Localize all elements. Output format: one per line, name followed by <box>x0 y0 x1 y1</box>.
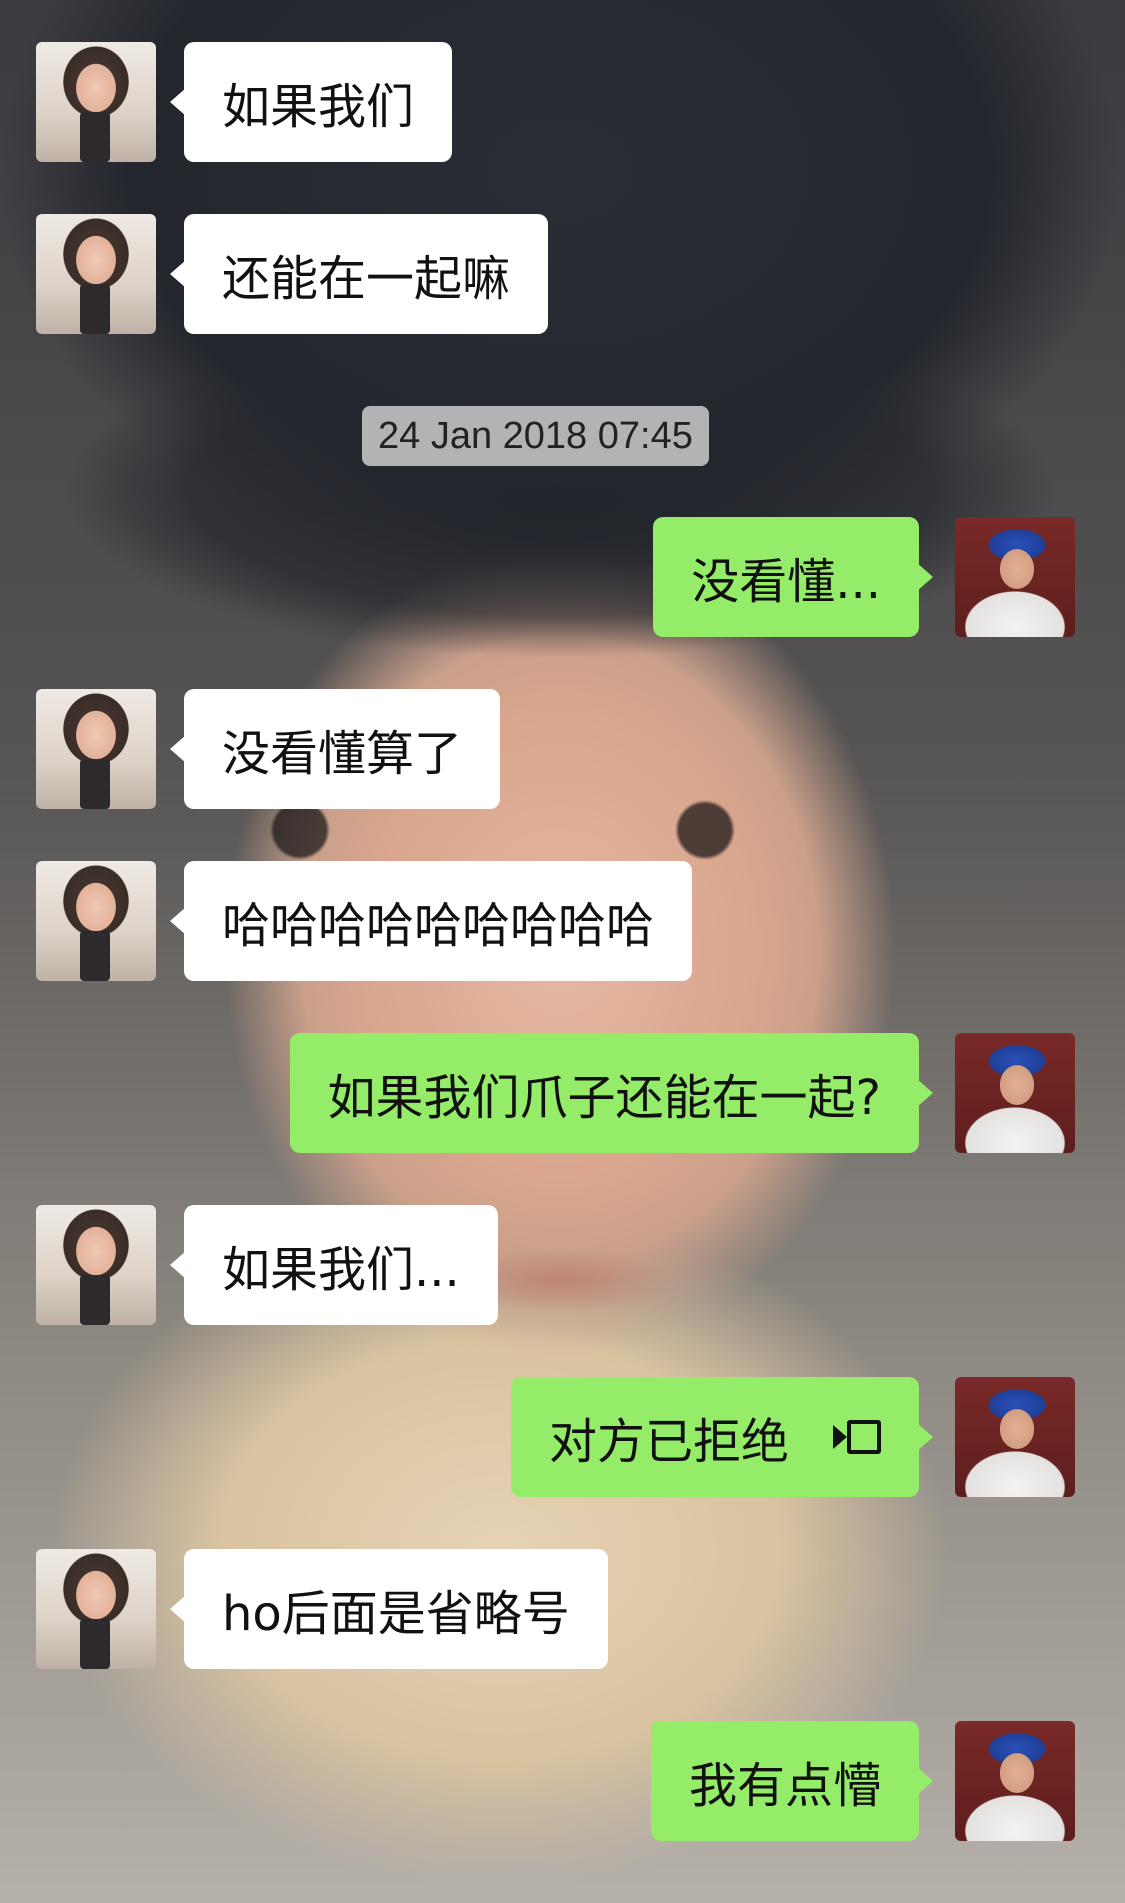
message-text: 如果我们... <box>222 1242 460 1298</box>
message-row: 我有点懵 <box>0 1721 1125 1841</box>
self-avatar[interactable] <box>955 1033 1075 1153</box>
contact-avatar[interactable] <box>36 42 156 162</box>
message-text: 如果我们 <box>222 79 415 135</box>
contact-avatar[interactable] <box>36 689 156 809</box>
message-row: 没看懂算了 <box>0 689 1125 809</box>
outgoing-message-bubble[interactable]: 如果我们爪子还能在一起? <box>289 1033 934 1153</box>
contact-avatar[interactable] <box>36 1549 156 1669</box>
incoming-message-bubble[interactable]: 还能在一起嘛 <box>169 214 549 334</box>
outgoing-message-bubble[interactable]: 没看懂... <box>653 517 933 637</box>
message-text: 如果我们爪子还能在一起? <box>327 1070 881 1126</box>
outgoing-message-bubble[interactable]: 我有点懵 <box>650 1721 934 1841</box>
message-text: 对方已拒绝 <box>548 1414 789 1470</box>
incoming-message-bubble[interactable]: ho后面是省略号 <box>170 1549 608 1669</box>
message-row: 如果我们... <box>0 1205 1125 1325</box>
video-call-icon <box>833 1420 881 1454</box>
incoming-message-bubble[interactable]: 哈哈哈哈哈哈哈哈哈 <box>169 861 693 981</box>
incoming-message-bubble[interactable]: 没看懂算了 <box>169 689 501 809</box>
self-avatar[interactable] <box>955 517 1075 637</box>
message-text: 没看懂算了 <box>222 726 463 782</box>
contact-avatar[interactable] <box>36 861 156 981</box>
message-row: 没看懂... <box>0 517 1125 637</box>
contact-avatar[interactable] <box>36 1205 156 1325</box>
message-row: 如果我们 <box>0 42 1125 162</box>
chat-timestamp: 24 Jan 2018 07:45 <box>362 406 709 466</box>
message-row: ho后面是省略号 <box>0 1549 1125 1669</box>
message-row: 哈哈哈哈哈哈哈哈哈 <box>0 861 1125 981</box>
message-text: 还能在一起嘛 <box>222 251 511 307</box>
incoming-message-bubble[interactable]: 如果我们... <box>170 1205 498 1325</box>
message-text: 没看懂... <box>691 554 881 610</box>
message-text: 哈哈哈哈哈哈哈哈哈 <box>222 898 655 954</box>
message-text: ho后面是省略号 <box>222 1586 570 1642</box>
message-text: 我有点懵 <box>688 1758 881 1814</box>
outgoing-call-bubble[interactable]: 对方已拒绝 <box>510 1377 934 1497</box>
message-row: 如果我们爪子还能在一起? <box>0 1033 1125 1153</box>
message-row: 对方已拒绝 <box>0 1377 1125 1497</box>
contact-avatar[interactable] <box>36 214 156 334</box>
self-avatar[interactable] <box>955 1377 1075 1497</box>
self-avatar[interactable] <box>955 1721 1075 1841</box>
incoming-message-bubble[interactable]: 如果我们 <box>169 42 453 162</box>
message-row: 还能在一起嘛 <box>0 214 1125 334</box>
